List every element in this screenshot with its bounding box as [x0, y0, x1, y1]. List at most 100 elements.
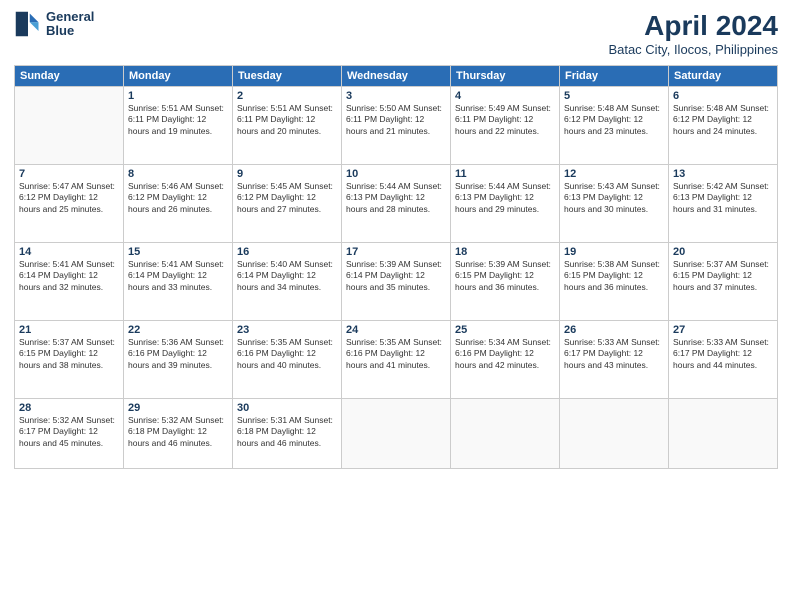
day-info: Sunrise: 5:36 AM Sunset: 6:16 PM Dayligh… [128, 337, 228, 371]
day-info: Sunrise: 5:44 AM Sunset: 6:13 PM Dayligh… [455, 181, 555, 215]
day-info: Sunrise: 5:43 AM Sunset: 6:13 PM Dayligh… [564, 181, 664, 215]
day-info: Sunrise: 5:50 AM Sunset: 6:11 PM Dayligh… [346, 103, 446, 137]
day-number: 16 [237, 246, 337, 258]
week-row-1: 7Sunrise: 5:47 AM Sunset: 6:12 PM Daylig… [15, 165, 778, 243]
day-info: Sunrise: 5:37 AM Sunset: 6:15 PM Dayligh… [673, 259, 773, 293]
day-cell: 12Sunrise: 5:43 AM Sunset: 6:13 PM Dayli… [560, 165, 669, 243]
day-number: 24 [346, 324, 446, 336]
day-cell: 29Sunrise: 5:32 AM Sunset: 6:18 PM Dayli… [124, 399, 233, 469]
header-row: Sunday Monday Tuesday Wednesday Thursday… [15, 66, 778, 87]
day-number: 19 [564, 246, 664, 258]
day-info: Sunrise: 5:37 AM Sunset: 6:15 PM Dayligh… [19, 337, 119, 371]
day-number: 26 [564, 324, 664, 336]
header: General Blue April 2024 Batac City, Iloc… [14, 10, 778, 57]
day-cell: 14Sunrise: 5:41 AM Sunset: 6:14 PM Dayli… [15, 243, 124, 321]
day-info: Sunrise: 5:39 AM Sunset: 6:14 PM Dayligh… [346, 259, 446, 293]
day-info: Sunrise: 5:34 AM Sunset: 6:16 PM Dayligh… [455, 337, 555, 371]
day-cell: 9Sunrise: 5:45 AM Sunset: 6:12 PM Daylig… [233, 165, 342, 243]
col-monday: Monday [124, 66, 233, 87]
day-number: 3 [346, 90, 446, 102]
day-number: 20 [673, 246, 773, 258]
day-number: 14 [19, 246, 119, 258]
logo: General Blue [14, 10, 94, 39]
day-cell: 8Sunrise: 5:46 AM Sunset: 6:12 PM Daylig… [124, 165, 233, 243]
day-cell: 2Sunrise: 5:51 AM Sunset: 6:11 PM Daylig… [233, 87, 342, 165]
day-info: Sunrise: 5:38 AM Sunset: 6:15 PM Dayligh… [564, 259, 664, 293]
day-info: Sunrise: 5:33 AM Sunset: 6:17 PM Dayligh… [673, 337, 773, 371]
day-info: Sunrise: 5:45 AM Sunset: 6:12 PM Dayligh… [237, 181, 337, 215]
day-cell: 5Sunrise: 5:48 AM Sunset: 6:12 PM Daylig… [560, 87, 669, 165]
day-cell: 6Sunrise: 5:48 AM Sunset: 6:12 PM Daylig… [669, 87, 778, 165]
day-info: Sunrise: 5:44 AM Sunset: 6:13 PM Dayligh… [346, 181, 446, 215]
day-info: Sunrise: 5:49 AM Sunset: 6:11 PM Dayligh… [455, 103, 555, 137]
day-number: 10 [346, 168, 446, 180]
day-cell: 18Sunrise: 5:39 AM Sunset: 6:15 PM Dayli… [451, 243, 560, 321]
day-number: 9 [237, 168, 337, 180]
day-number: 5 [564, 90, 664, 102]
day-cell: 19Sunrise: 5:38 AM Sunset: 6:15 PM Dayli… [560, 243, 669, 321]
day-number: 7 [19, 168, 119, 180]
day-number: 28 [19, 402, 119, 414]
day-info: Sunrise: 5:47 AM Sunset: 6:12 PM Dayligh… [19, 181, 119, 215]
day-cell: 15Sunrise: 5:41 AM Sunset: 6:14 PM Dayli… [124, 243, 233, 321]
day-number: 22 [128, 324, 228, 336]
day-number: 13 [673, 168, 773, 180]
week-row-3: 21Sunrise: 5:37 AM Sunset: 6:15 PM Dayli… [15, 321, 778, 399]
month-title: April 2024 [608, 10, 778, 42]
day-info: Sunrise: 5:41 AM Sunset: 6:14 PM Dayligh… [128, 259, 228, 293]
day-info: Sunrise: 5:42 AM Sunset: 6:13 PM Dayligh… [673, 181, 773, 215]
day-info: Sunrise: 5:35 AM Sunset: 6:16 PM Dayligh… [346, 337, 446, 371]
logo-line1: General [46, 10, 94, 24]
day-info: Sunrise: 5:41 AM Sunset: 6:14 PM Dayligh… [19, 259, 119, 293]
logo-text: General Blue [46, 10, 94, 39]
logo-icon [14, 10, 42, 38]
day-number: 25 [455, 324, 555, 336]
day-cell [669, 399, 778, 469]
day-info: Sunrise: 5:40 AM Sunset: 6:14 PM Dayligh… [237, 259, 337, 293]
day-cell: 24Sunrise: 5:35 AM Sunset: 6:16 PM Dayli… [342, 321, 451, 399]
col-friday: Friday [560, 66, 669, 87]
day-cell: 20Sunrise: 5:37 AM Sunset: 6:15 PM Dayli… [669, 243, 778, 321]
week-row-0: 1Sunrise: 5:51 AM Sunset: 6:11 PM Daylig… [15, 87, 778, 165]
day-cell: 10Sunrise: 5:44 AM Sunset: 6:13 PM Dayli… [342, 165, 451, 243]
day-cell: 27Sunrise: 5:33 AM Sunset: 6:17 PM Dayli… [669, 321, 778, 399]
day-info: Sunrise: 5:33 AM Sunset: 6:17 PM Dayligh… [564, 337, 664, 371]
day-info: Sunrise: 5:51 AM Sunset: 6:11 PM Dayligh… [128, 103, 228, 137]
day-number: 4 [455, 90, 555, 102]
day-number: 12 [564, 168, 664, 180]
day-cell: 22Sunrise: 5:36 AM Sunset: 6:16 PM Dayli… [124, 321, 233, 399]
day-cell: 4Sunrise: 5:49 AM Sunset: 6:11 PM Daylig… [451, 87, 560, 165]
day-number: 2 [237, 90, 337, 102]
day-cell: 7Sunrise: 5:47 AM Sunset: 6:12 PM Daylig… [15, 165, 124, 243]
day-cell: 25Sunrise: 5:34 AM Sunset: 6:16 PM Dayli… [451, 321, 560, 399]
day-number: 29 [128, 402, 228, 414]
day-cell: 28Sunrise: 5:32 AM Sunset: 6:17 PM Dayli… [15, 399, 124, 469]
week-row-4: 28Sunrise: 5:32 AM Sunset: 6:17 PM Dayli… [15, 399, 778, 469]
day-cell: 13Sunrise: 5:42 AM Sunset: 6:13 PM Dayli… [669, 165, 778, 243]
day-info: Sunrise: 5:32 AM Sunset: 6:17 PM Dayligh… [19, 415, 119, 449]
day-cell: 30Sunrise: 5:31 AM Sunset: 6:18 PM Dayli… [233, 399, 342, 469]
day-cell: 17Sunrise: 5:39 AM Sunset: 6:14 PM Dayli… [342, 243, 451, 321]
location-title: Batac City, Ilocos, Philippines [608, 42, 778, 57]
page: General Blue April 2024 Batac City, Iloc… [0, 0, 792, 612]
day-info: Sunrise: 5:48 AM Sunset: 6:12 PM Dayligh… [673, 103, 773, 137]
day-info: Sunrise: 5:51 AM Sunset: 6:11 PM Dayligh… [237, 103, 337, 137]
day-number: 27 [673, 324, 773, 336]
day-info: Sunrise: 5:31 AM Sunset: 6:18 PM Dayligh… [237, 415, 337, 449]
day-info: Sunrise: 5:46 AM Sunset: 6:12 PM Dayligh… [128, 181, 228, 215]
col-sunday: Sunday [15, 66, 124, 87]
day-number: 1 [128, 90, 228, 102]
day-cell: 11Sunrise: 5:44 AM Sunset: 6:13 PM Dayli… [451, 165, 560, 243]
day-cell: 21Sunrise: 5:37 AM Sunset: 6:15 PM Dayli… [15, 321, 124, 399]
day-info: Sunrise: 5:39 AM Sunset: 6:15 PM Dayligh… [455, 259, 555, 293]
col-thursday: Thursday [451, 66, 560, 87]
day-cell [342, 399, 451, 469]
day-info: Sunrise: 5:32 AM Sunset: 6:18 PM Dayligh… [128, 415, 228, 449]
day-number: 18 [455, 246, 555, 258]
day-cell: 3Sunrise: 5:50 AM Sunset: 6:11 PM Daylig… [342, 87, 451, 165]
day-info: Sunrise: 5:48 AM Sunset: 6:12 PM Dayligh… [564, 103, 664, 137]
day-number: 8 [128, 168, 228, 180]
day-cell [451, 399, 560, 469]
day-cell [15, 87, 124, 165]
day-cell: 16Sunrise: 5:40 AM Sunset: 6:14 PM Dayli… [233, 243, 342, 321]
